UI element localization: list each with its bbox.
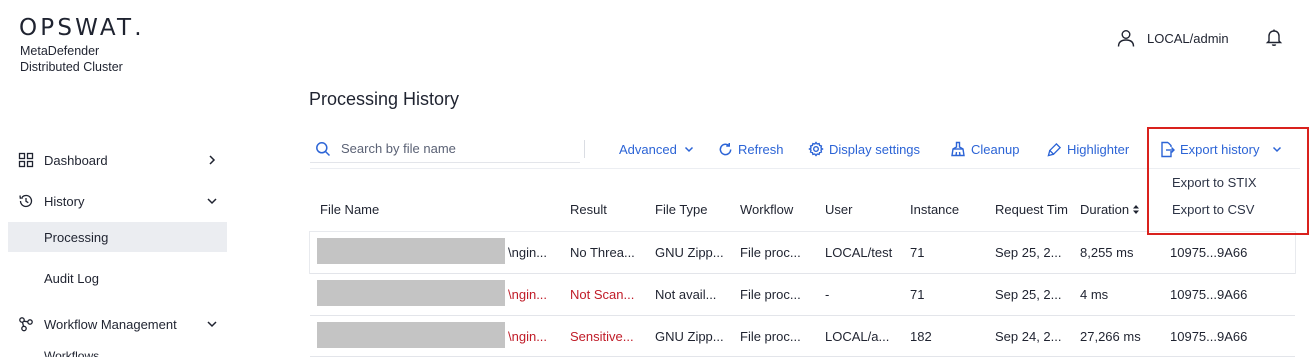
cell-result: Sensitive... <box>570 329 634 344</box>
cell-id: 10975...9A66 <box>1170 245 1248 260</box>
product-name: MetaDefender Distributed Cluster <box>20 43 180 75</box>
display-settings-label: Display settings <box>829 141 921 157</box>
sort-icon[interactable] <box>1132 204 1140 215</box>
workflow-icon <box>17 315 35 333</box>
cleanup-label: Cleanup <box>971 141 1020 157</box>
cell-file-name: \ngin... <box>508 245 548 260</box>
cell-file-type: GNU Zipp... <box>655 329 724 344</box>
sidebar-item-label: Dashboard <box>44 152 108 168</box>
column-header-file-name[interactable]: File Name <box>320 202 379 217</box>
chevron-down-icon <box>684 146 693 153</box>
display-settings-button[interactable]: Display settings <box>808 139 920 159</box>
cell-duration: 27,266 ms <box>1080 329 1141 344</box>
refresh-button[interactable]: Refresh <box>718 139 784 159</box>
history-clock-icon <box>17 192 35 210</box>
dashboard-grid-icon <box>17 151 35 169</box>
redacted-file-path <box>317 280 505 306</box>
refresh-label: Refresh <box>738 141 784 157</box>
cell-result: Not Scan... <box>570 287 635 302</box>
column-header-duration-label: Duration <box>1080 202 1130 217</box>
advanced-button[interactable]: Advanced <box>619 139 695 159</box>
column-header-file-type[interactable]: File Type <box>655 202 708 217</box>
cell-id: 10975...9A66 <box>1170 287 1248 302</box>
search-icon <box>316 141 331 156</box>
cell-duration: 8,255 ms <box>1080 245 1134 260</box>
highlighter-icon <box>1047 142 1062 157</box>
sidebar-subitem-processing[interactable]: Processing <box>8 222 227 252</box>
user-icon <box>1117 30 1135 47</box>
refresh-icon <box>719 142 732 155</box>
cell-workflow: File proc... <box>740 329 801 344</box>
product-name-line2: Distributed Cluster <box>20 60 123 74</box>
cell-request-time: Sep 24, 2... <box>995 329 1062 344</box>
cleanup-broom-icon <box>951 141 965 157</box>
redacted-file-path <box>317 322 505 348</box>
gear-icon <box>808 141 824 157</box>
column-header-duration[interactable]: Duration <box>1080 202 1140 217</box>
chevron-down-icon <box>207 321 217 328</box>
cell-user: - <box>825 287 830 302</box>
cell-file-type: Not avail... <box>655 287 717 302</box>
cell-workflow: File proc... <box>740 287 801 302</box>
redacted-file-path <box>317 238 505 264</box>
column-header-request-time[interactable]: Request Tim <box>995 202 1073 217</box>
cell-workflow: File proc... <box>740 245 801 260</box>
cleanup-button[interactable]: Cleanup <box>950 139 1019 159</box>
sidebar-subitem-label: Processing <box>44 229 109 245</box>
toolbar-divider <box>584 140 585 158</box>
cell-instance: 71 <box>910 287 925 302</box>
cell-duration: 4 ms <box>1080 287 1109 302</box>
cell-instance: 182 <box>910 329 932 344</box>
cell-request-time: Sep 25, 2... <box>995 287 1062 302</box>
cell-user: LOCAL/a... <box>825 329 890 344</box>
table-row[interactable]: \ngin... Not Scan... Not avail... File p… <box>310 274 1295 315</box>
sidebar-subitem-workflows[interactable]: Workflows <box>44 349 99 357</box>
page-title: Processing History <box>309 89 460 109</box>
sidebar-subitem-label: Audit Log <box>44 270 99 286</box>
cell-instance: 71 <box>910 245 925 260</box>
cell-request-time: Sep 25, 2... <box>995 245 1062 260</box>
advanced-label: Advanced <box>619 141 677 157</box>
highlighter-button[interactable]: Highlighter <box>1047 139 1129 159</box>
user-menu[interactable]: LOCAL/admin <box>1116 26 1229 50</box>
table-row[interactable]: \ngin... Sensitive... GNU Zipp... File p… <box>310 316 1295 357</box>
search-input[interactable] <box>341 141 561 156</box>
highlighter-label: Highlighter <box>1067 141 1130 157</box>
sidebar-item-label: History <box>44 193 85 209</box>
cell-file-type: GNU Zipp... <box>655 245 724 260</box>
column-header-result[interactable]: Result <box>570 202 607 217</box>
column-header-workflow[interactable]: Workflow <box>740 202 793 217</box>
column-header-instance[interactable]: Instance <box>910 202 959 217</box>
cell-file-name: \ngin... <box>508 287 548 302</box>
username-label: LOCAL/admin <box>1147 30 1229 46</box>
export-highlight-box <box>1147 127 1309 235</box>
sidebar: OPSWAT. MetaDefender Distributed Cluster… <box>0 0 240 357</box>
sidebar-subitem-audit-log[interactable]: Audit Log <box>8 263 227 293</box>
opswat-logo[interactable]: OPSWAT. <box>19 15 142 41</box>
sidebar-item-label: Workflow Management <box>44 316 177 332</box>
cell-file-name: \ngin... <box>508 329 548 344</box>
sidebar-item-history[interactable]: History <box>8 186 227 216</box>
cell-result: No Threa... <box>570 245 635 260</box>
table-row[interactable]: \ngin... No Threa... GNU Zipp... File pr… <box>310 232 1295 273</box>
product-name-line1: MetaDefender <box>20 44 100 58</box>
cell-user: LOCAL/test <box>825 245 893 260</box>
cell-id: 10975...9A66 <box>1170 329 1248 344</box>
sidebar-item-dashboard[interactable]: Dashboard <box>8 145 227 175</box>
chevron-right-icon <box>209 155 216 165</box>
chevron-down-icon <box>207 198 217 205</box>
sidebar-item-workflow-management[interactable]: Workflow Management <box>8 309 227 339</box>
column-header-user[interactable]: User <box>825 202 852 217</box>
search-box[interactable] <box>310 135 580 163</box>
notification-bell-icon[interactable] <box>1264 27 1284 47</box>
